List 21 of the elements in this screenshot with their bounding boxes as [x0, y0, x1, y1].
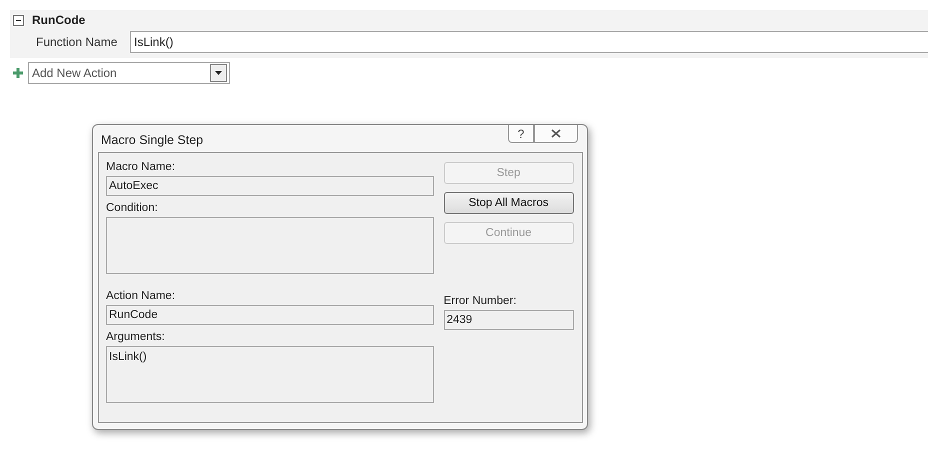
field-label: Condition:	[106, 202, 159, 214]
field-label: Action Name:	[106, 290, 176, 302]
argument-label: Function Name	[35, 35, 118, 49]
field-label: Error Number:	[444, 295, 518, 307]
plus-icon	[13, 68, 23, 78]
text-field[interactable]: RunCode	[106, 305, 434, 325]
add-action-dropdown[interactable]: Add New Action	[28, 62, 230, 84]
text-field[interactable]: AutoExec	[106, 176, 434, 196]
field-label: Macro Name:	[106, 161, 176, 173]
field-label: Arguments:	[106, 331, 166, 343]
dialog-button[interactable]: Stop All Macros	[444, 192, 574, 214]
collapse-icon[interactable]	[13, 14, 24, 26]
help-button[interactable]: ?	[508, 125, 534, 143]
caret-icon	[215, 71, 222, 75]
action-title: RunCode	[32, 13, 86, 27]
text-field[interactable]: 2439	[444, 310, 574, 330]
dialog-title: Macro Single Step	[101, 133, 204, 149]
function-name-field[interactable]: IsLink()	[130, 31, 928, 53]
close-button[interactable]	[534, 125, 578, 143]
close-icon	[551, 129, 561, 138]
text-area[interactable]: IsLink()	[106, 346, 434, 403]
